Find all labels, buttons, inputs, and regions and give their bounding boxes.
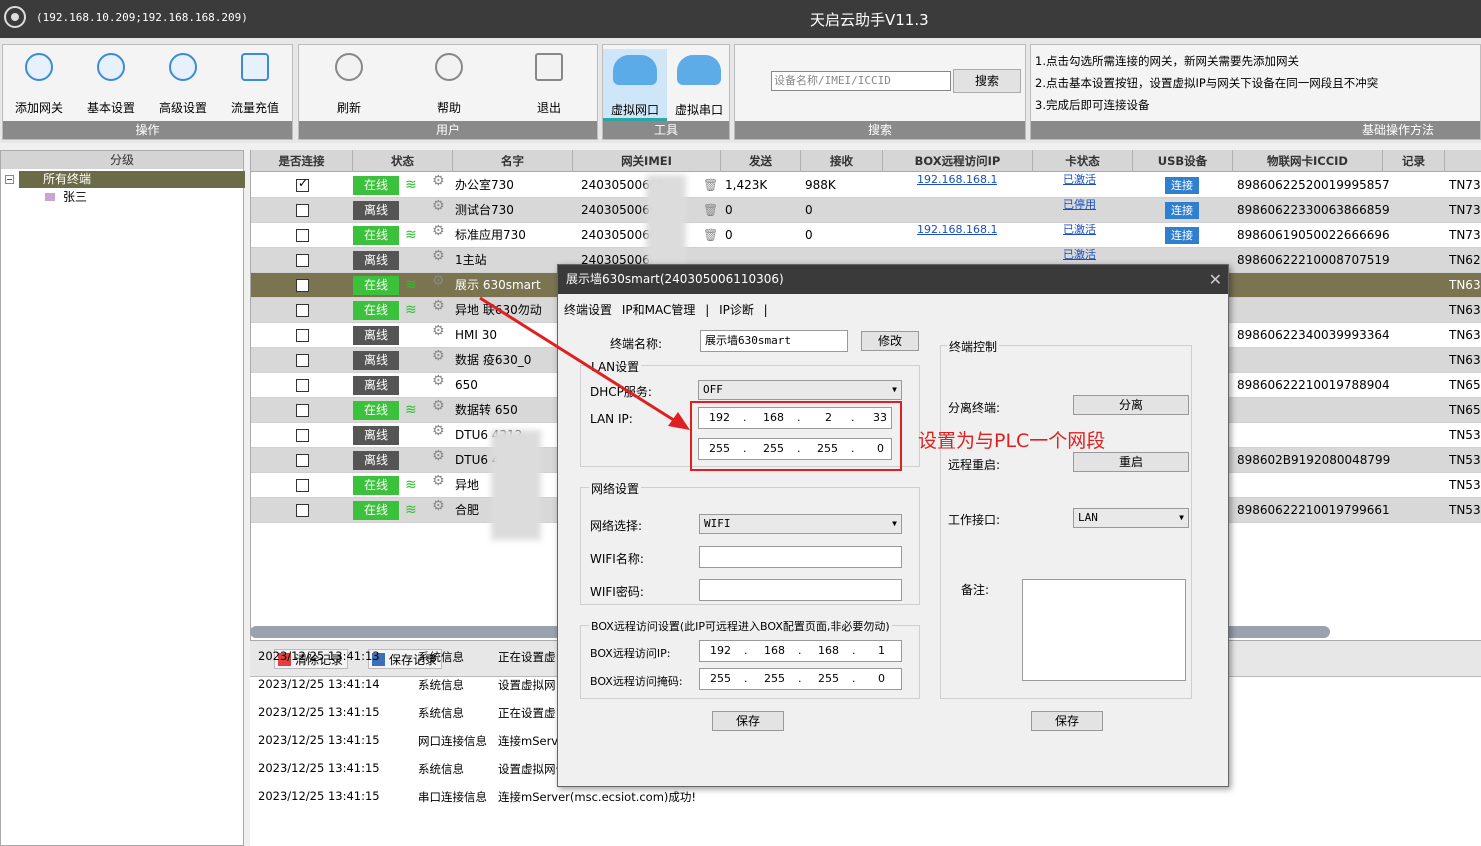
annotation-arrow [479, 296, 690, 430]
annotation-text: 设置为与PLC一个网段 [918, 430, 1106, 452]
